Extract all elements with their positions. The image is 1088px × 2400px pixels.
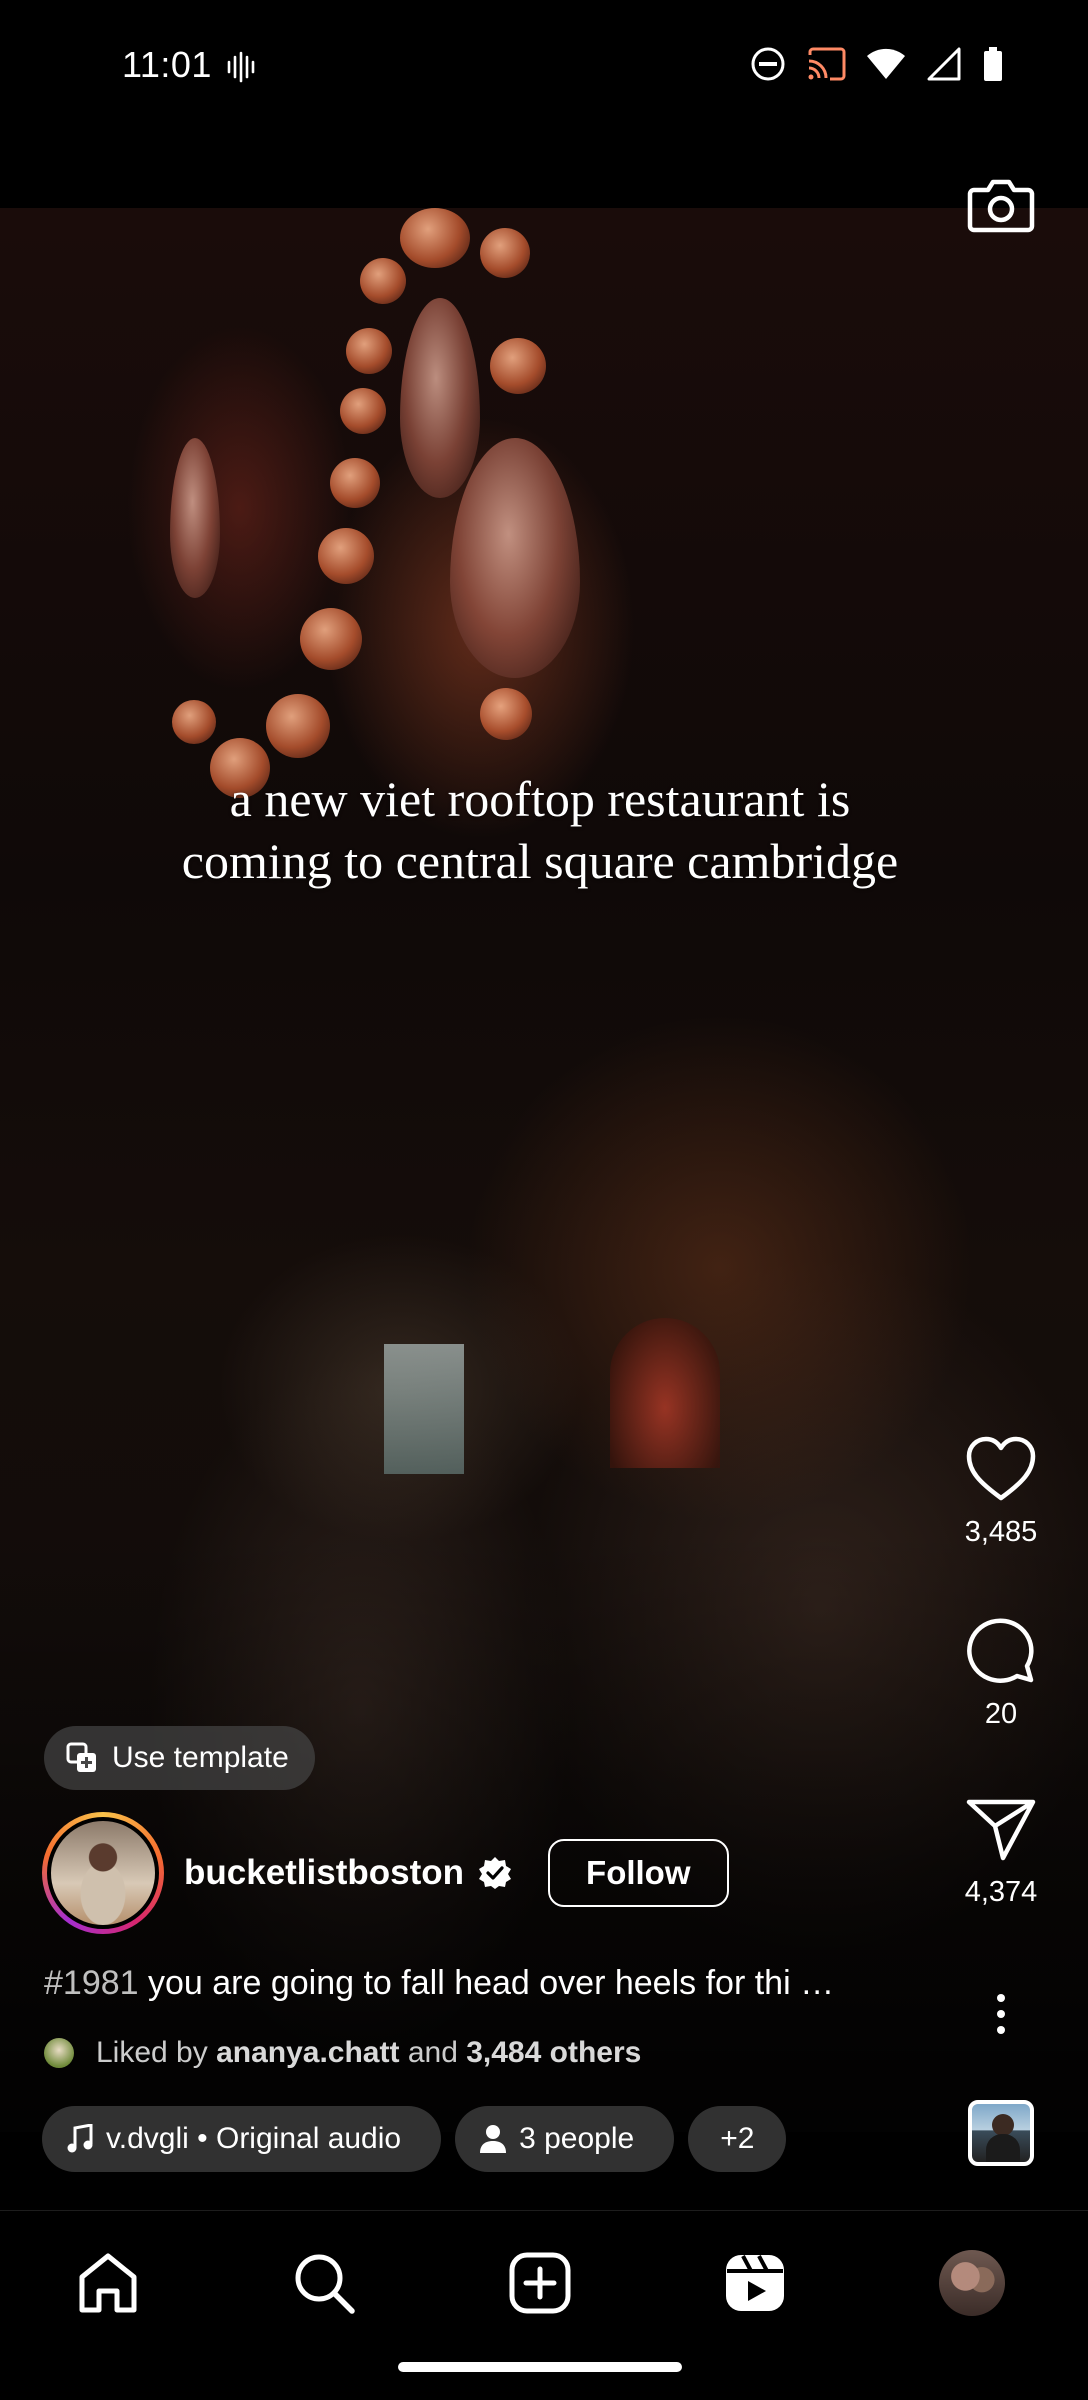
overlay-line-2: coming to central square cambridge <box>181 833 899 889</box>
use-template-button[interactable]: Use template <box>44 1726 315 1790</box>
template-icon <box>66 1742 96 1772</box>
audio-chip[interactable]: v.dvgli • Original audio <box>42 2106 442 2172</box>
liked-by-others[interactable]: 3,484 others <box>466 2036 641 2070</box>
video-crystal <box>400 298 480 498</box>
nav-search[interactable] <box>284 2243 364 2323</box>
share-button[interactable]: 4,374 <box>946 1796 1056 1909</box>
home-icon <box>79 2253 137 2313</box>
overlay-line-1: a new viet rooftop restaurant is <box>229 771 851 827</box>
reel-overlay-text: a new viet rooftop restaurant is coming … <box>60 768 1020 892</box>
video-bead <box>340 388 386 434</box>
video-crystal <box>170 438 220 598</box>
liked-by-middle: and <box>399 2036 467 2069</box>
thumbnail-person <box>992 2114 1014 2136</box>
post-caption[interactable]: #1981 you are going to fall head over he… <box>44 1964 924 2003</box>
liked-by-prefix: Liked by <box>96 2036 217 2069</box>
caption-hashtag[interactable]: #1981 <box>44 1964 139 2002</box>
liked-by-avatar <box>44 2038 74 2068</box>
people-chip-label: 3 people <box>519 2122 635 2155</box>
author-username[interactable]: bucketlistboston <box>184 1853 464 1893</box>
video-window <box>384 1344 464 1474</box>
video-bead <box>266 694 330 758</box>
video-bead <box>490 338 546 394</box>
verified-badge-icon <box>479 1857 512 1889</box>
audio-chip-label: v.dvgli • Original audio <box>106 2122 402 2155</box>
like-button[interactable]: 3,485 <box>946 1436 1056 1549</box>
more-icon[interactable] <box>986 1992 1016 2036</box>
comment-icon <box>967 1618 1034 1683</box>
author-avatar-image <box>47 1817 159 1929</box>
author-avatar[interactable] <box>42 1812 164 1934</box>
cast-icon <box>808 47 846 81</box>
signal-icon <box>927 47 961 81</box>
home-indicator[interactable] <box>398 2362 682 2372</box>
reels-icon <box>726 2255 784 2311</box>
liked-by-row[interactable]: Liked by ananya.chatt and 3,484 others <box>44 2036 641 2070</box>
camera-icon[interactable] <box>966 170 1036 240</box>
use-template-label: Use template <box>112 1741 289 1774</box>
music-note-icon <box>67 2124 93 2153</box>
search-icon <box>295 2254 355 2314</box>
video-bead <box>480 228 530 278</box>
people-chip[interactable]: 3 people <box>455 2106 675 2172</box>
video-bead <box>480 688 532 740</box>
author-row: bucketlistboston Follow <box>42 1812 729 1934</box>
video-arch <box>610 1318 720 1468</box>
status-icons <box>750 46 1004 82</box>
nav-home[interactable] <box>68 2243 148 2323</box>
video-bead <box>330 458 380 508</box>
status-bar: 11:01 <box>0 0 1088 136</box>
create-icon <box>509 2252 571 2314</box>
do-not-disturb-icon <box>751 47 785 81</box>
more-tags-chip[interactable]: +2 <box>688 2106 787 2172</box>
nav-reels[interactable] <box>715 2243 795 2323</box>
video-bead <box>360 258 406 304</box>
share-icon <box>966 1799 1036 1861</box>
caption-text: you are going to fall head over heels fo… <box>138 1964 835 2002</box>
status-time: 11:01 <box>122 44 212 85</box>
more-tags-label: +2 <box>720 2122 755 2155</box>
video-crystal <box>450 438 580 678</box>
liked-by-user[interactable]: ananya.chatt <box>216 2036 399 2070</box>
video-bead <box>318 528 374 584</box>
comment-button[interactable]: 20 <box>946 1616 1056 1731</box>
wifi-icon <box>867 48 905 79</box>
like-count: 3,485 <box>964 1516 1038 1548</box>
reel-chips: v.dvgli • Original audio 3 people +2 <box>42 2106 787 2172</box>
vibrate-icon <box>227 51 255 83</box>
profile-avatar <box>939 2250 1005 2316</box>
video-bead <box>346 328 392 374</box>
video-bead <box>400 208 470 268</box>
video-bead <box>300 608 362 670</box>
thumbnail-body <box>986 2134 1020 2162</box>
comment-count: 20 <box>984 1698 1018 1730</box>
nav-create[interactable] <box>500 2243 580 2323</box>
audio-thumbnail[interactable] <box>968 2100 1034 2166</box>
video-bead <box>172 700 216 744</box>
heart-icon <box>966 1436 1036 1501</box>
person-icon <box>480 2125 507 2153</box>
nav-profile[interactable] <box>932 2243 1012 2323</box>
share-count: 4,374 <box>964 1876 1038 1908</box>
follow-button[interactable]: Follow <box>548 1839 729 1907</box>
battery-icon <box>984 47 1002 81</box>
